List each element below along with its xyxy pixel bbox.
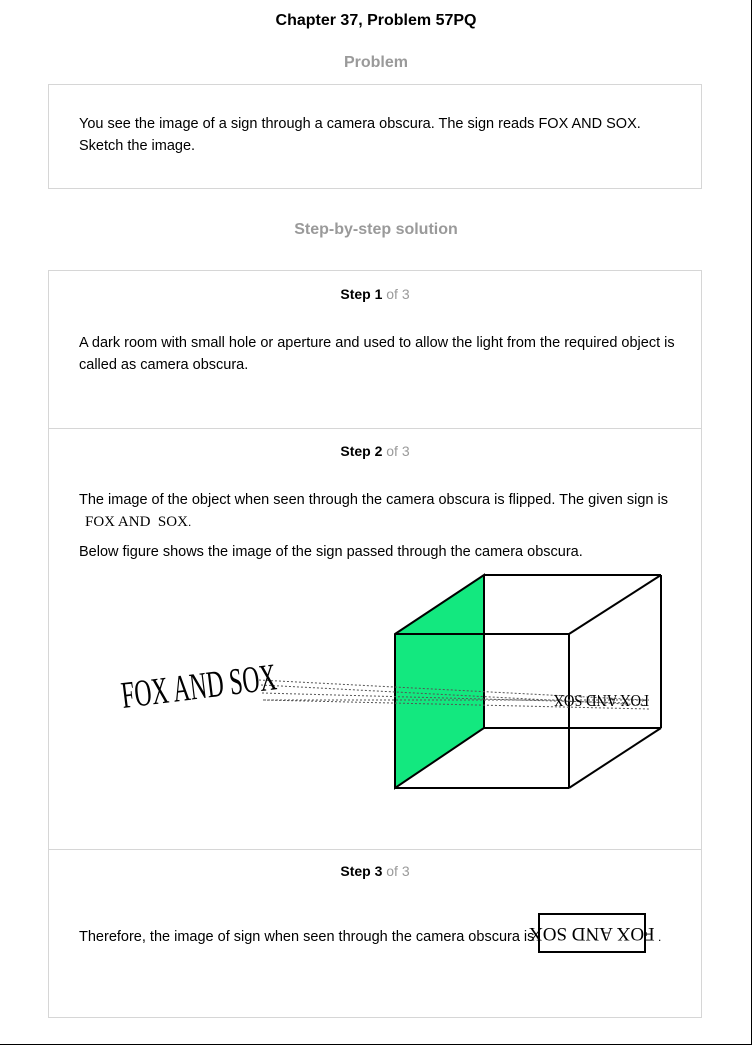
inverted-image-text: FOX AND SOX: [553, 691, 649, 709]
step-3-end: .: [658, 930, 662, 944]
step-1-label: Step 1: [340, 286, 383, 302]
step-2-text: The image of the object when seen throug…: [79, 489, 668, 563]
step-divider-2: [49, 849, 701, 850]
step-3-count: of 3: [386, 863, 410, 879]
step-2-header: Step 2 of 3: [49, 443, 701, 459]
cube-top-right-diagonal: [568, 574, 662, 635]
step-2-sign-line: FOX AND SOX.: [79, 511, 668, 533]
aperture-face: [394, 573, 485, 790]
step-divider-1: [49, 428, 701, 429]
step-2-sign: FOX AND SOX: [85, 514, 188, 530]
step-3-label: Step 3: [340, 863, 383, 879]
step-3-line-1: Therefore, the image of sign when seen t…: [79, 929, 535, 945]
step-1-header: Step 1 of 3: [49, 286, 701, 302]
step-1-count: of 3: [386, 286, 410, 302]
step-2-count: of 3: [386, 443, 410, 459]
problem-box: You see the image of a sign through a ca…: [48, 84, 702, 189]
step-2-label: Step 2: [340, 443, 383, 459]
solution-box: Step 1 of 3 A dark room with small hole …: [48, 270, 702, 1018]
solution-heading: Step-by-step solution: [294, 221, 458, 238]
chapter-title: Chapter 37, Problem 57PQ: [275, 12, 477, 29]
step-2-line-1: The image of the object when seen throug…: [79, 492, 668, 508]
object-sign-text: FOX AND SOX: [119, 656, 279, 717]
inverted-sign-box: FOX AND SOX: [529, 913, 655, 953]
inverted-sign-text: FOX AND SOX: [529, 923, 655, 944]
camera-obscura-figure: FOX AND SOX FOX AND SOX: [119, 573, 662, 790]
step-1-line-1: A dark room with small hole or aperture …: [79, 335, 675, 351]
problem-line-2: Sketch the image.: [79, 138, 196, 154]
problem-heading: Problem: [343, 54, 408, 71]
step-2-line-2: Below figure shows the image of the sign…: [79, 544, 583, 560]
step-1-text: A dark room with small hole or aperture …: [79, 332, 675, 376]
cube-bottom-right-diagonal: [568, 727, 662, 789]
step-1-line-2: called as camera obscura.: [79, 357, 249, 373]
step-3-header: Step 3 of 3: [49, 863, 701, 879]
problem-text: You see the image of a sign through a ca…: [79, 113, 641, 157]
problem-line-1: You see the image of a sign through a ca…: [79, 116, 641, 132]
step-2-sign-end: .: [187, 515, 192, 529]
